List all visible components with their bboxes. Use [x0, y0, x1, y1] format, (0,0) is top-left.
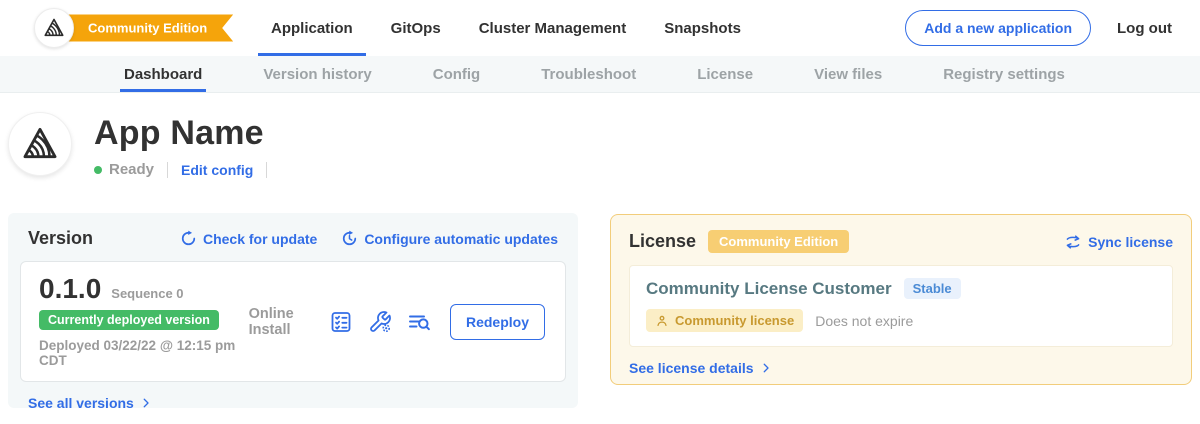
logout-button[interactable]: Log out: [1117, 20, 1172, 37]
brand: Community Edition: [34, 0, 210, 56]
subtab-registry-settings[interactable]: Registry settings: [939, 56, 1069, 92]
current-version-panel: 0.1.0 Sequence 0 Currently deployed vers…: [20, 261, 566, 382]
license-type-label: Community license: [675, 313, 794, 328]
deployed-timestamp: Deployed 03/22/22 @ 12:15 pm CDT: [39, 338, 249, 368]
subtab-license-label: License: [697, 66, 753, 83]
configure-updates-link[interactable]: Configure automatic updates: [341, 230, 558, 247]
license-type-badge: Community license: [646, 309, 803, 332]
subtab-config[interactable]: Config: [429, 56, 484, 92]
see-all-versions-label: See all versions: [28, 395, 134, 411]
tab-cluster-management[interactable]: Cluster Management: [466, 0, 640, 56]
license-details-panel: Community License Customer Stable Commun…: [629, 265, 1173, 347]
see-license-details-label: See license details: [629, 360, 754, 376]
customer-name: Community License Customer: [646, 279, 892, 299]
subtab-view-files[interactable]: View files: [810, 56, 886, 92]
replicated-logo-icon: [43, 17, 65, 39]
tab-application[interactable]: Application: [258, 0, 366, 56]
page-title: App Name: [94, 114, 280, 153]
chevron-right-icon: [760, 362, 772, 374]
deployed-badge: Currently deployed version: [39, 310, 219, 330]
subtab-troubleshoot-label: Troubleshoot: [541, 66, 636, 83]
license-card: License Community Edition Sync license C…: [610, 214, 1192, 385]
see-license-details-link[interactable]: See license details: [629, 360, 772, 376]
schedule-icon: [341, 230, 358, 247]
sync-license-link[interactable]: Sync license: [1064, 233, 1173, 251]
sub-nav: Dashboard Version history Config Trouble…: [0, 56, 1200, 93]
chevron-right-icon: [140, 397, 152, 409]
status-text: Ready: [109, 161, 154, 178]
sync-license-label: Sync license: [1088, 234, 1173, 250]
subtab-view-files-label: View files: [814, 66, 882, 83]
top-nav-tabs: Application GitOps Cluster Management Sn…: [252, 0, 760, 56]
divider: [167, 162, 168, 178]
add-application-button[interactable]: Add a new application: [905, 10, 1091, 46]
edit-config-link[interactable]: Edit config: [181, 162, 253, 178]
brand-logo-circle[interactable]: [34, 8, 74, 48]
see-all-versions-link[interactable]: See all versions: [28, 395, 152, 411]
channel-badge: Stable: [904, 278, 961, 299]
subtab-config-label: Config: [433, 66, 480, 83]
refresh-icon: [180, 230, 197, 247]
check-for-update-label: Check for update: [203, 231, 317, 247]
user-icon: [655, 314, 669, 328]
release-notes-icon[interactable]: [329, 310, 353, 334]
subtab-troubleshoot[interactable]: Troubleshoot: [537, 56, 640, 92]
sequence-label: Sequence 0: [111, 286, 183, 301]
tab-gitops-label: GitOps: [391, 20, 441, 37]
app-avatar: [8, 112, 72, 176]
config-tools-icon[interactable]: [368, 310, 392, 334]
tab-application-label: Application: [271, 20, 353, 37]
divider: [266, 162, 267, 178]
tab-gitops[interactable]: GitOps: [378, 0, 454, 56]
sync-icon: [1064, 233, 1082, 251]
check-for-update-link[interactable]: Check for update: [180, 230, 317, 247]
subtab-license[interactable]: License: [693, 56, 757, 92]
version-number: 0.1.0: [39, 275, 101, 303]
subtab-dashboard[interactable]: Dashboard: [120, 56, 206, 92]
app-header: App Name Ready Edit config: [0, 93, 1200, 178]
status-dot: [94, 166, 102, 174]
edition-badge: Community Edition: [708, 230, 849, 253]
edition-ribbon: Community Edition: [54, 15, 233, 42]
subtab-registry-settings-label: Registry settings: [943, 66, 1065, 83]
license-card-title: License: [629, 231, 696, 252]
top-nav-right: Add a new application Log out: [905, 0, 1200, 56]
version-card-title: Version: [28, 228, 93, 249]
tab-snapshots[interactable]: Snapshots: [651, 0, 754, 56]
subtab-dashboard-label: Dashboard: [124, 66, 202, 83]
install-type-label: Online Install: [249, 306, 314, 338]
tab-cluster-management-label: Cluster Management: [479, 20, 627, 37]
expiry-text: Does not expire: [815, 313, 913, 329]
redeploy-button[interactable]: Redeploy: [450, 304, 545, 340]
version-card: Version Check for update: [8, 213, 578, 408]
view-logs-icon[interactable]: [407, 310, 431, 334]
subtab-version-history[interactable]: Version history: [259, 56, 375, 92]
tab-snapshots-label: Snapshots: [664, 20, 741, 37]
top-nav: Community Edition Application GitOps Clu…: [0, 0, 1200, 56]
app-logo-icon: [21, 125, 59, 163]
subtab-version-history-label: Version history: [263, 66, 371, 83]
configure-updates-label: Configure automatic updates: [364, 231, 558, 247]
